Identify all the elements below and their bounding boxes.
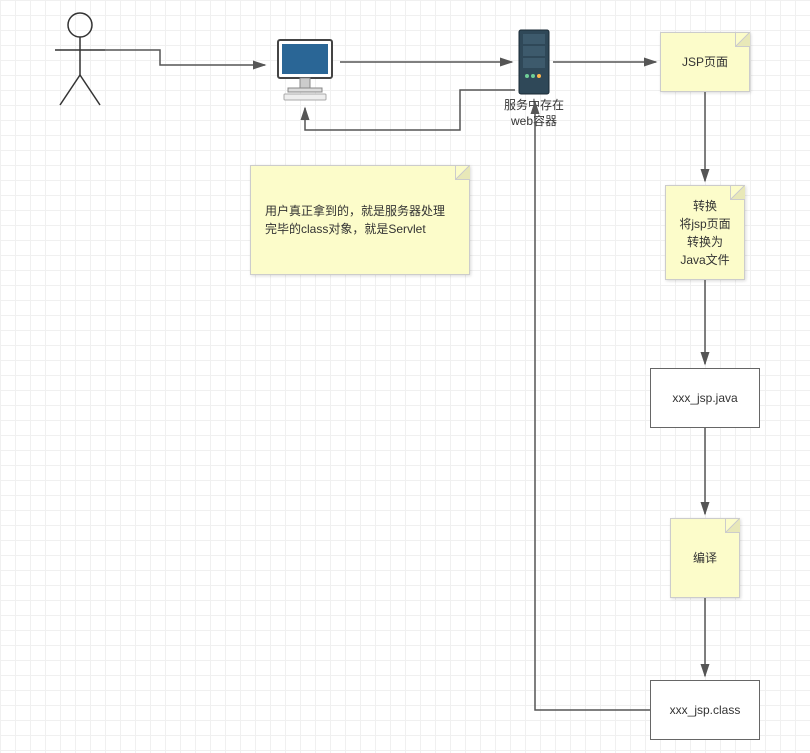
convert-line2: 将jsp页面 xyxy=(679,215,730,233)
node-compile-label: 编译 xyxy=(693,549,717,567)
convert-line3: 转换为 xyxy=(687,233,723,251)
convert-line1: 转换 xyxy=(693,197,717,215)
node-compile: 编译 xyxy=(670,518,740,598)
note-explanation: 用户真正拿到的，就是服务器处理完毕的class对象，就是Servlet xyxy=(250,165,470,275)
server-caption: 服务中存在 web容器 xyxy=(484,98,584,129)
arrow-actor-to-computer xyxy=(105,50,265,65)
node-class-file-label: xxx_jsp.class xyxy=(670,703,741,717)
server-caption-line2: web容器 xyxy=(511,114,557,128)
node-jsp-page-label: JSP页面 xyxy=(682,53,728,71)
server-icon xyxy=(515,28,553,98)
node-java-file: xxx_jsp.java xyxy=(650,368,760,428)
client-computer-icon xyxy=(270,35,340,105)
node-convert: 转换 将jsp页面 转换为 Java文件 xyxy=(665,185,745,280)
note-explanation-text: 用户真正拿到的，就是服务器处理完毕的class对象，就是Servlet xyxy=(259,202,461,238)
actor-user xyxy=(50,10,110,110)
node-java-file-label: xxx_jsp.java xyxy=(672,391,737,405)
convert-line4: Java文件 xyxy=(680,251,729,269)
arrow-class-to-server xyxy=(535,102,650,710)
server-caption-line1: 服务中存在 xyxy=(504,98,564,112)
node-class-file: xxx_jsp.class xyxy=(650,680,760,740)
node-jsp-page: JSP页面 xyxy=(660,32,750,92)
